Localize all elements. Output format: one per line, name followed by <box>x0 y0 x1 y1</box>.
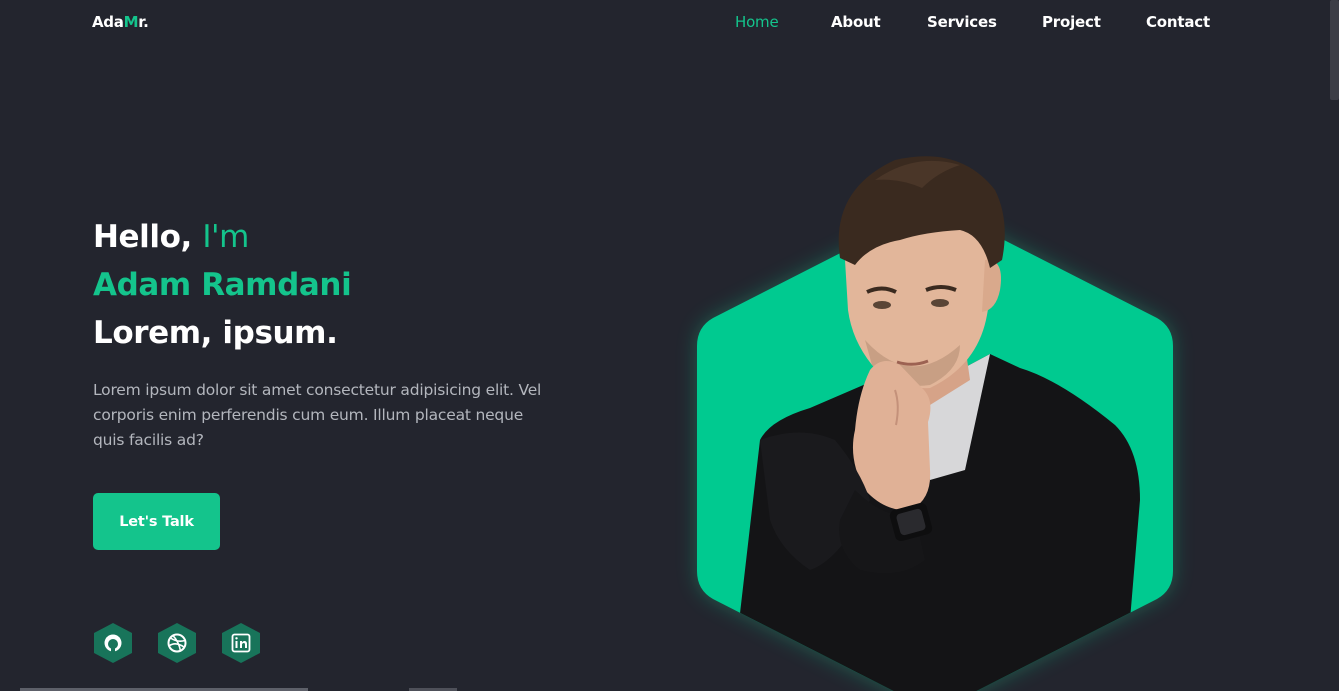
hero-heading: Hello, I'm Adam Ramdani Lorem, ipsum. <box>93 213 593 357</box>
nav-link-about[interactable]: About <box>831 13 881 31</box>
hero-name: Adam Ramdani <box>93 267 352 303</box>
nav-link-services[interactable]: Services <box>927 13 997 31</box>
github-link[interactable] <box>93 622 133 664</box>
hero-description: Lorem ipsum dolor sit amet consectetur a… <box>93 381 542 449</box>
brand-prefix: Ada <box>92 13 124 31</box>
brand-accent: M <box>123 13 139 31</box>
github-icon <box>94 623 132 663</box>
brand-suffix: r. <box>138 13 149 31</box>
scrollbar[interactable] <box>1330 0 1339 100</box>
hero-tagline: Lorem, ipsum. <box>93 315 338 351</box>
lets-talk-button[interactable]: Let's Talk <box>93 493 220 550</box>
navbar: AdaMr. Home About Services Project Conta… <box>0 0 1339 46</box>
hero-greeting: Hello, I'm <box>93 213 593 261</box>
portrait-illustration <box>697 156 1173 691</box>
brand-logo[interactable]: AdaMr. <box>92 13 149 31</box>
nav-link-contact[interactable]: Contact <box>1146 13 1210 31</box>
hero-portrait <box>660 140 1220 691</box>
greeting-prefix: Hello, <box>93 219 192 255</box>
linkedin-icon <box>222 623 260 663</box>
linkedin-link[interactable] <box>221 622 261 664</box>
person-figure <box>730 156 1140 691</box>
greeting-accent: I'm <box>202 219 249 255</box>
nav-link-home[interactable]: Home <box>735 13 779 31</box>
dribbble-link[interactable] <box>157 622 197 664</box>
dribbble-icon <box>158 623 196 663</box>
nav-link-project[interactable]: Project <box>1042 13 1101 31</box>
